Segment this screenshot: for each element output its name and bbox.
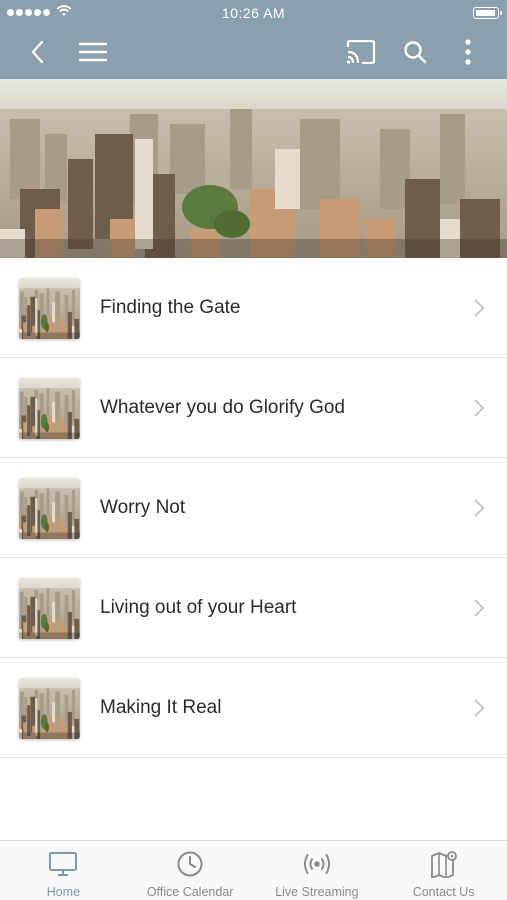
list-item-title: Making It Real: [100, 697, 222, 718]
map-pin-icon: [430, 851, 457, 878]
list-item[interactable]: Living out of your Heart: [0, 558, 507, 658]
clock-icon: [177, 851, 203, 877]
top-navigation-bar: 10:26 AM: [0, 0, 507, 79]
header-city-image: [0, 79, 507, 258]
tab-label: Home: [46, 885, 81, 899]
list-item-thumbnail: [19, 578, 80, 639]
status-time: 10:26 AM: [221, 5, 286, 21]
back-button[interactable]: [20, 34, 56, 70]
tab-home[interactable]: Home: [0, 841, 127, 900]
city-skyline-image: [0, 79, 507, 258]
search-button[interactable]: [397, 34, 433, 70]
tab-label: Live Streaming: [275, 885, 359, 899]
list-item-title: Living out of your Heart: [100, 597, 297, 618]
back-icon: [31, 40, 44, 64]
bottom-tab-bar: Home Office Calendar Live Streaming Cont…: [0, 840, 507, 900]
battery-icon: [473, 7, 502, 19]
menu-button[interactable]: [75, 34, 111, 70]
chevron-right-icon: [474, 399, 485, 417]
tab-label: Contact Us: [412, 885, 475, 899]
list-item-title: Whatever you do Glorify God: [100, 397, 345, 418]
cast-icon: [346, 40, 376, 64]
tab-contact-us[interactable]: Contact Us: [380, 841, 507, 900]
broadcast-icon: [303, 854, 330, 874]
tab-office-calendar[interactable]: Office Calendar: [127, 841, 254, 900]
sermon-list: Finding the Gate Whatever you do Glorify…: [0, 258, 507, 758]
menu-icon: [79, 42, 107, 62]
list-item[interactable]: Worry Not: [0, 458, 507, 558]
list-item-title: Finding the Gate: [100, 297, 241, 318]
list-item-thumbnail: [19, 278, 80, 339]
chevron-right-icon: [474, 499, 485, 517]
tab-label: Office Calendar: [146, 885, 234, 899]
list-item-thumbnail: [19, 478, 80, 539]
monitor-icon: [49, 852, 78, 876]
list-item-thumbnail: [19, 378, 80, 439]
chevron-right-icon: [474, 299, 485, 317]
list-item[interactable]: Finding the Gate: [0, 258, 507, 358]
tab-live-streaming[interactable]: Live Streaming: [254, 841, 381, 900]
list-item-thumbnail: [19, 678, 80, 739]
more-icon: [465, 39, 471, 65]
chevron-right-icon: [474, 599, 485, 617]
status-bar: 10:26 AM: [0, 0, 507, 26]
more-options-button[interactable]: [450, 34, 486, 70]
cast-button[interactable]: [343, 34, 379, 70]
list-item[interactable]: Whatever you do Glorify God: [0, 358, 507, 458]
list-item[interactable]: Making It Real: [0, 658, 507, 758]
chevron-right-icon: [474, 699, 485, 717]
list-item-title: Worry Not: [100, 497, 186, 518]
search-icon: [404, 41, 427, 64]
